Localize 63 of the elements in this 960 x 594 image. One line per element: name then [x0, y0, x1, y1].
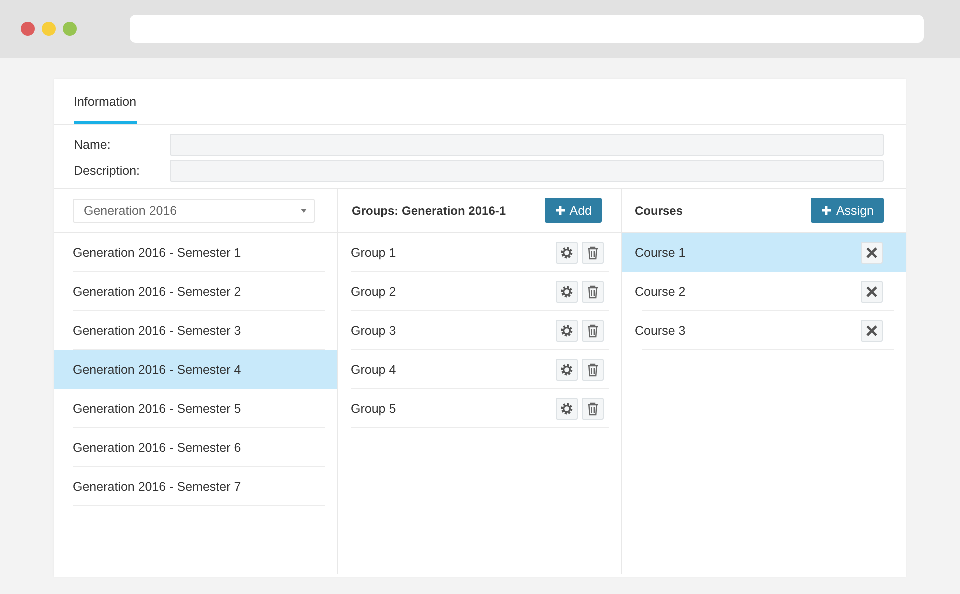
semester-item[interactable]: Generation 2016 - Semester 1: [54, 233, 337, 272]
generation-dropdown[interactable]: Generation 2016: [73, 198, 315, 222]
close-icon: [866, 246, 878, 258]
delete-button[interactable]: [582, 280, 604, 302]
group-name: Group 3: [351, 324, 396, 338]
close-icon: [866, 324, 878, 336]
trash-icon: [587, 362, 599, 376]
gear-icon: [560, 246, 574, 260]
settings-button[interactable]: [556, 398, 578, 420]
semester-item[interactable]: Generation 2016 - Semester 5: [54, 389, 337, 428]
group-item[interactable]: Group 3: [338, 311, 621, 350]
semester-item[interactable]: Generation 2016 - Semester 4: [54, 350, 337, 389]
trash-icon: [587, 402, 599, 416]
column-title: Groups: Generation 2016-1: [352, 204, 506, 218]
group-name: Group 1: [351, 246, 396, 260]
trash-icon: [587, 284, 599, 298]
gear-icon: [560, 362, 574, 376]
course-item[interactable]: Course 1: [622, 233, 906, 272]
text-field[interactable]: [170, 134, 884, 156]
gear-icon: [560, 284, 574, 298]
course-name: Course 3: [635, 324, 686, 338]
trash-icon: [587, 246, 599, 260]
tab[interactable]: Information: [74, 95, 137, 124]
settings-button[interactable]: [556, 242, 578, 264]
remove-button[interactable]: [861, 280, 883, 302]
trash-icon: [587, 324, 599, 338]
column-title: Courses: [635, 204, 684, 218]
gear-icon: [560, 402, 574, 416]
field-label: Name:: [74, 138, 112, 152]
course-item[interactable]: Course 3: [622, 311, 906, 350]
semester-item[interactable]: Generation 2016 - Semester 7: [54, 467, 337, 506]
settings-button[interactable]: [556, 358, 578, 380]
semester-item[interactable]: Generation 2016 - Semester 3: [54, 311, 337, 350]
delete-button[interactable]: [582, 398, 604, 420]
settings-button[interactable]: [556, 280, 578, 302]
group-name: Group 4: [351, 362, 396, 376]
group-item[interactable]: Group 5: [338, 389, 621, 428]
add-button[interactable]: Add: [544, 198, 602, 223]
close-icon: [866, 286, 878, 298]
course-name: Course 2: [635, 284, 686, 298]
remove-button[interactable]: [861, 242, 883, 264]
course-name: Course 1: [635, 246, 686, 260]
field-label: Description:: [74, 164, 141, 178]
plus-icon: [821, 205, 832, 216]
group-item[interactable]: Group 1: [338, 233, 621, 272]
semester-item[interactable]: Generation 2016 - Semester 2: [54, 272, 337, 311]
course-item[interactable]: Course 2: [622, 272, 906, 311]
group-name: Group 2: [351, 284, 396, 298]
group-item[interactable]: Group 4: [338, 350, 621, 389]
delete-button[interactable]: [582, 242, 604, 264]
semester-item[interactable]: Generation 2016 - Semester 6: [54, 428, 337, 467]
group-name: Group 5: [351, 402, 396, 416]
assign-button[interactable]: Assign: [811, 198, 884, 223]
delete-button[interactable]: [582, 358, 604, 380]
remove-button[interactable]: [861, 320, 883, 342]
plus-icon: [554, 205, 566, 216]
close-window-button[interactable]: [21, 22, 35, 36]
group-item[interactable]: Group 2: [338, 272, 621, 311]
caret-icon: [301, 208, 307, 212]
gear-icon: [560, 324, 574, 338]
text-field[interactable]: [170, 160, 884, 182]
settings-button[interactable]: [556, 320, 578, 342]
delete-button[interactable]: [582, 320, 604, 342]
